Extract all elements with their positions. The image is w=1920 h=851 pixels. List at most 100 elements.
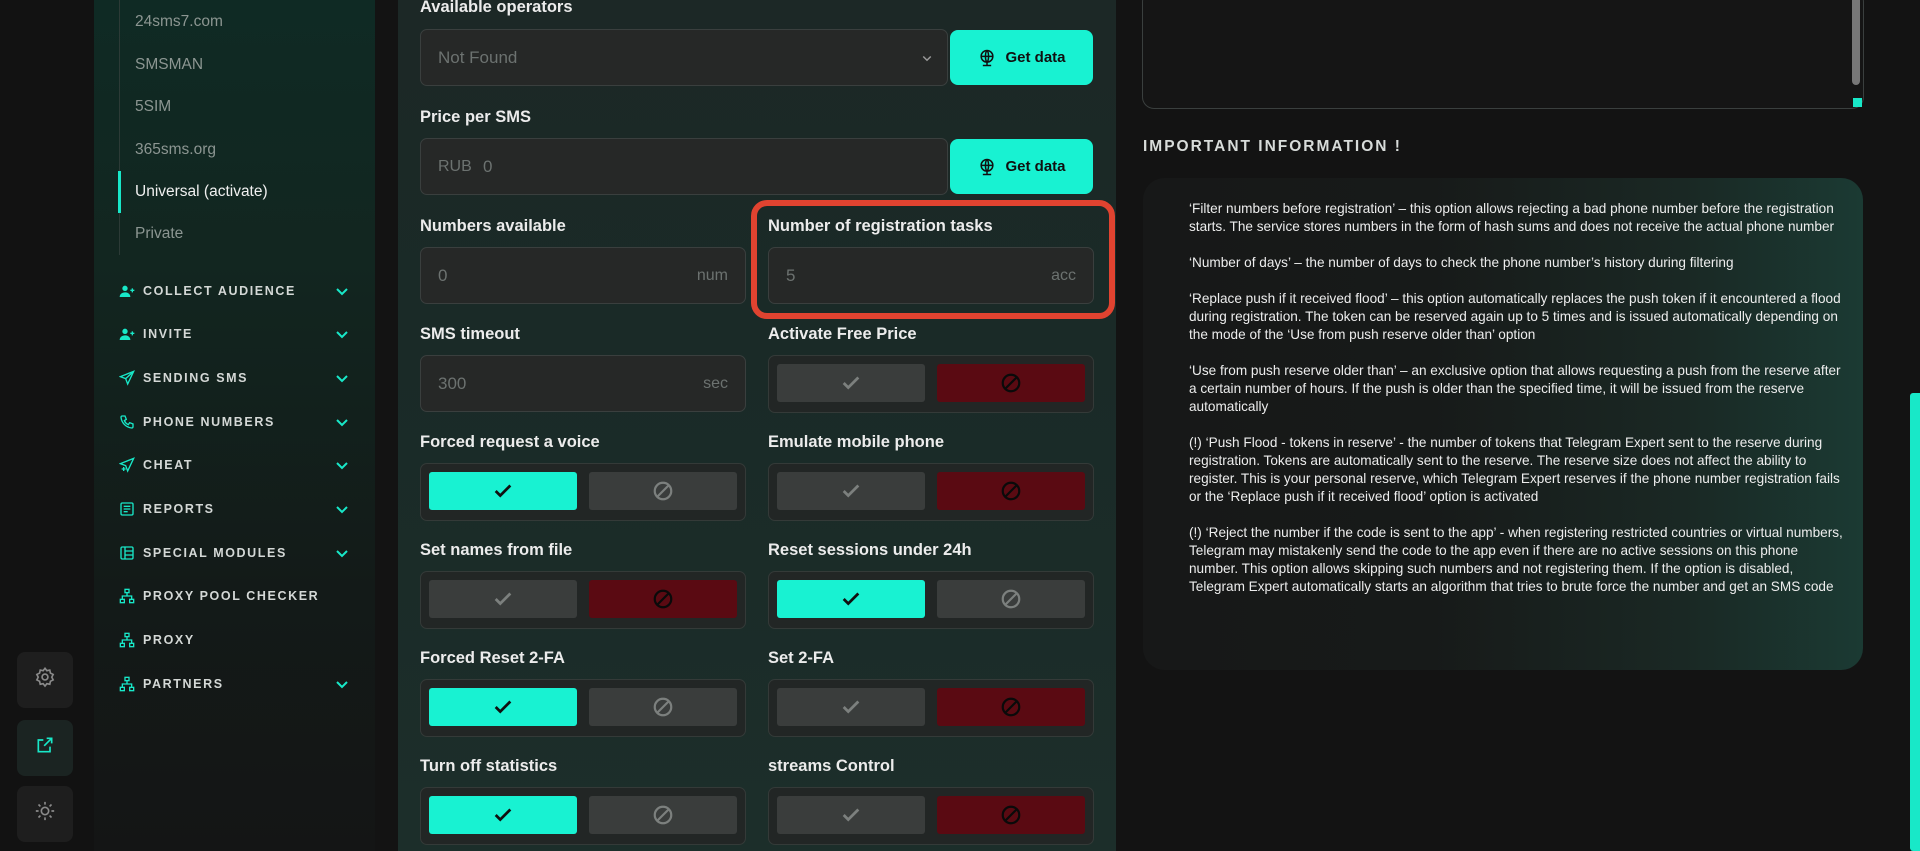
- sub-item-private[interactable]: Private: [120, 213, 360, 255]
- toggle-on-option[interactable]: [777, 364, 925, 402]
- theme-toggle-button[interactable]: [17, 786, 73, 842]
- block-icon: [1001, 373, 1021, 393]
- resize-handle[interactable]: [1853, 98, 1862, 107]
- sub-item-universal-activate[interactable]: Universal (activate): [118, 170, 360, 214]
- numbers-available-value: 0: [438, 266, 448, 285]
- toggle-on-option[interactable]: [777, 580, 925, 618]
- toggle-off-option[interactable]: [937, 580, 1085, 618]
- nav-partners[interactable]: PARTNERS: [118, 669, 350, 699]
- nav-proxy-pool-checker[interactable]: PROXY POOL CHECKER: [118, 581, 350, 611]
- nav-reports[interactable]: REPORTS: [118, 494, 350, 524]
- streams-control-label: streams Control: [768, 757, 895, 775]
- toggle-off-option[interactable]: [937, 472, 1085, 510]
- textarea-scrollbar[interactable]: [1852, 0, 1860, 85]
- operators-get-data-button[interactable]: Get data: [950, 30, 1093, 85]
- check-icon: [842, 376, 860, 390]
- sub-item-5sim[interactable]: 5SIM: [120, 86, 360, 128]
- reset-sessions-label: Reset sessions under 24h: [768, 541, 972, 559]
- toggle-off-option[interactable]: [937, 364, 1085, 402]
- turn-off-statistics-toggle: [420, 787, 746, 845]
- turn-off-statistics-label: Turn off statistics: [420, 757, 558, 775]
- check-icon: [842, 484, 860, 498]
- report-icon: [118, 500, 136, 518]
- info-paragraph: ‘Filter numbers before registration’ – t…: [1189, 201, 1835, 234]
- nav-sending-sms[interactable]: SENDING SMS: [118, 363, 350, 393]
- globe-icon: [980, 158, 995, 175]
- sidebar: 24sms7.com SMSMAN 5SIM 365sms.org Univer…: [94, 0, 375, 851]
- check-icon: [842, 808, 860, 822]
- toggle-off-option[interactable]: [589, 796, 737, 834]
- price-get-data-button[interactable]: Get data: [950, 139, 1093, 194]
- users-icon: [118, 282, 136, 300]
- phone-icon: [118, 413, 136, 431]
- numbers-available-label: Numbers available: [420, 217, 566, 235]
- numbers-available-input[interactable]: 0 num: [420, 247, 746, 304]
- block-icon: [653, 481, 673, 501]
- chevron-down-icon: [336, 681, 348, 689]
- activate-free-price-label: Activate Free Price: [768, 325, 917, 343]
- set-names-label: Set names from file: [420, 541, 573, 559]
- open-external-button[interactable]: [17, 720, 73, 776]
- modules-icon: [118, 544, 136, 562]
- nav-label: PHONE NUMBERS: [143, 415, 275, 429]
- nav-proxy[interactable]: PROXY: [118, 625, 350, 655]
- check-icon: [842, 700, 860, 714]
- sms-timeout-label: SMS timeout: [420, 325, 520, 343]
- toggle-on-option[interactable]: [429, 688, 577, 726]
- sms-services-list: 24sms7.com SMSMAN 5SIM 365sms.org Univer…: [118, 0, 360, 256]
- network-icon: [118, 675, 136, 693]
- set-2fa-label: Set 2-FA: [768, 649, 835, 667]
- chevron-down-icon: [336, 550, 348, 558]
- toggle-on-option[interactable]: [777, 796, 925, 834]
- network-icon: [118, 587, 136, 605]
- info-paragraph: ‘Number of days’ – the number of days to…: [1189, 255, 1734, 270]
- important-info-panel: ‘Filter numbers before registration’ – t…: [1143, 178, 1863, 670]
- nav-label: SENDING SMS: [143, 371, 249, 385]
- toggle-on-option[interactable]: [777, 688, 925, 726]
- operators-select-value: Not Found: [438, 48, 518, 67]
- toggle-off-option[interactable]: [589, 688, 737, 726]
- sub-item-24sms7[interactable]: 24sms7.com: [120, 0, 360, 44]
- chevron-down-icon: [922, 55, 932, 62]
- sub-item-365sms[interactable]: 365sms.org: [120, 129, 360, 171]
- log-textarea[interactable]: [1142, 0, 1864, 109]
- nav-cheat[interactable]: CHEAT: [118, 450, 350, 480]
- toggle-on-option[interactable]: [777, 472, 925, 510]
- toggle-on-option[interactable]: [429, 472, 577, 510]
- toggle-off-option[interactable]: [589, 472, 737, 510]
- toggle-off-option[interactable]: [589, 580, 737, 618]
- operators-select[interactable]: Not Found: [420, 29, 948, 86]
- price-per-sms-input[interactable]: RUB 0: [420, 138, 948, 195]
- sub-item-smsman[interactable]: SMSMAN: [120, 44, 360, 86]
- get-data-label: Get data: [1005, 49, 1066, 66]
- price-per-sms-label: Price per SMS: [420, 108, 531, 126]
- block-icon: [653, 805, 673, 825]
- page-scrollbar[interactable]: [1910, 393, 1920, 851]
- toggle-off-option[interactable]: [937, 796, 1085, 834]
- forced-voice-toggle: [420, 463, 746, 521]
- toggle-on-option[interactable]: [429, 796, 577, 834]
- nav-collect-audience[interactable]: COLLECT AUDIENCE: [118, 276, 350, 306]
- important-info-title: IMPORTANT INFORMATION !: [1143, 138, 1402, 155]
- nav-label: SPECIAL MODULES: [143, 546, 287, 560]
- emulate-mobile-label: Emulate mobile phone: [768, 433, 945, 451]
- nav-special-modules[interactable]: SPECIAL MODULES: [118, 538, 350, 568]
- sms-timeout-input[interactable]: 300 sec: [420, 355, 746, 412]
- block-icon: [1001, 697, 1021, 717]
- chevron-down-icon: [336, 375, 348, 383]
- check-icon: [494, 808, 512, 822]
- settings-button[interactable]: [17, 652, 73, 708]
- toggle-off-option[interactable]: [937, 688, 1085, 726]
- nav-invite[interactable]: INVITE: [118, 319, 350, 349]
- forced-voice-label: Forced request a voice: [420, 433, 600, 451]
- set-2fa-toggle: [768, 679, 1094, 737]
- block-icon: [653, 589, 673, 609]
- block-icon: [1001, 589, 1021, 609]
- nav-phone-numbers[interactable]: PHONE NUMBERS: [118, 407, 350, 437]
- currency-prefix: RUB: [438, 158, 472, 175]
- price-value: 0: [483, 157, 493, 176]
- nav-label: INVITE: [143, 327, 193, 341]
- gear-icon: [34, 666, 56, 694]
- toggle-on-option[interactable]: [429, 580, 577, 618]
- set-names-toggle: [420, 571, 746, 629]
